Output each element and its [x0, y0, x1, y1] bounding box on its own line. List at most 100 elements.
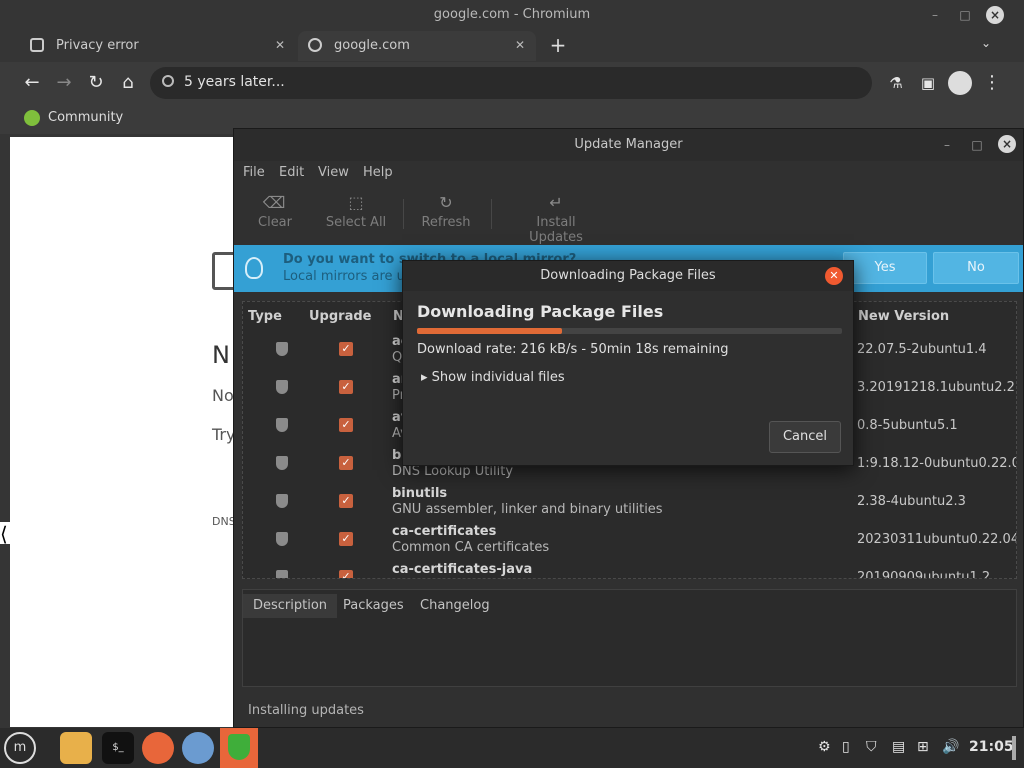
bookmark-community[interactable]: Community: [48, 110, 123, 125]
download-progress-bar: [417, 328, 842, 334]
minimize-button[interactable]: –: [938, 136, 956, 154]
maximize-button[interactable]: □: [956, 6, 974, 24]
tab-search-chevron-icon[interactable]: ⌄: [976, 36, 996, 56]
browser-toolbar: ← → ↻ ⌂ 5 years later... ⚗ ▣ ⋮: [0, 62, 1024, 104]
firefox-icon[interactable]: [142, 732, 174, 764]
install-updates-label: Install Updates: [529, 215, 583, 245]
reload-icon[interactable]: ↻: [84, 71, 108, 95]
package-name: ca-certificates: [392, 524, 497, 539]
home-icon[interactable]: ⌂: [116, 71, 140, 95]
menu-icon[interactable]: m: [4, 732, 36, 764]
tab-label: Privacy error: [56, 38, 139, 53]
close-button[interactable]: ×: [986, 6, 1004, 24]
volume-icon[interactable]: 🔊: [942, 739, 959, 755]
refresh-button[interactable]: ↻ Refresh: [420, 193, 472, 230]
package-version: 20230311ubuntu0.22.04.: [857, 532, 1017, 547]
package-name: binutils: [392, 486, 448, 501]
shield-icon: [276, 494, 288, 508]
taskbar: m $_ ⚙ ▯ ⛉ ▤ ⊞ 🔊 21:05: [0, 728, 1024, 768]
upgrade-checkbox[interactable]: ✓: [339, 532, 353, 546]
shield-icon: [276, 418, 288, 432]
upgrade-checkbox[interactable]: ✓: [339, 418, 353, 432]
shield-icon: [276, 342, 288, 356]
minimize-button[interactable]: –: [926, 6, 944, 24]
tab-privacy-error[interactable]: Privacy error ✕: [20, 31, 296, 61]
package-desc: DNS Lookup Utility: [392, 464, 514, 479]
table-row[interactable]: ✓ ca-certificates Common CA certificates…: [243, 522, 1016, 560]
table-row[interactable]: ✓ ca-certificates-java 20190909ubuntu1.2: [243, 560, 1016, 579]
clear-button[interactable]: ⌫ Clear: [258, 193, 292, 230]
close-icon[interactable]: ✕: [825, 267, 843, 285]
settings-icon[interactable]: ⚙: [818, 739, 831, 755]
package-desc: GNU assembler, linker and binary utiliti…: [392, 502, 663, 517]
upgrade-checkbox[interactable]: ✓: [339, 342, 353, 356]
more-menu-icon[interactable]: ⋮: [980, 71, 1004, 95]
menu-edit[interactable]: Edit: [279, 165, 304, 180]
toolbar-separator: [491, 199, 492, 229]
tab-changelog[interactable]: Changelog: [410, 594, 500, 618]
refresh-icon: ↻: [439, 193, 453, 212]
tab-packages[interactable]: Packages: [333, 594, 414, 618]
menu-view[interactable]: View: [318, 165, 349, 180]
show-files-expander[interactable]: ▸ Show individual files: [421, 370, 565, 385]
chromium-icon[interactable]: [182, 732, 214, 764]
select-all-button[interactable]: ⬚ Select All: [324, 193, 388, 230]
install-updates-button[interactable]: ↵ Install Updates: [508, 193, 604, 245]
cancel-button[interactable]: Cancel: [769, 421, 841, 453]
shield-icon: [276, 380, 288, 394]
new-tab-button[interactable]: +: [548, 33, 568, 57]
column-new-version[interactable]: New Version: [858, 309, 949, 324]
back-arrow-icon[interactable]: ←: [20, 71, 44, 95]
error-heading: N: [212, 341, 230, 369]
update-manager-icon[interactable]: [220, 728, 258, 768]
side-panel-icon[interactable]: ▣: [916, 71, 940, 95]
tab-description[interactable]: Description: [243, 594, 338, 618]
lightbulb-icon: [245, 257, 263, 279]
package-version: 2.38-4ubuntu2.3: [857, 494, 966, 509]
close-button[interactable]: ×: [998, 135, 1016, 153]
package-version: 3.20191218.1ubuntu2.2: [857, 380, 1015, 395]
terminal-icon[interactable]: $_: [102, 732, 134, 764]
no-button[interactable]: No: [933, 252, 1019, 284]
upgrade-checkbox[interactable]: ✓: [339, 456, 353, 470]
clock[interactable]: 21:05: [969, 739, 1014, 755]
maximize-button[interactable]: □: [968, 136, 986, 154]
refresh-label: Refresh: [421, 215, 471, 230]
tab-label: google.com: [334, 38, 410, 53]
forward-arrow-icon[interactable]: →: [52, 71, 76, 95]
column-type[interactable]: Type: [248, 309, 282, 324]
tab-google[interactable]: google.com ✕: [298, 31, 536, 61]
window-title: google.com - Chromium: [433, 7, 591, 22]
files-icon[interactable]: [60, 732, 92, 764]
cursor-icon: ⟨: [0, 522, 18, 546]
show-desktop-button[interactable]: [1012, 736, 1016, 760]
menu-file[interactable]: File: [243, 165, 265, 180]
dialog-title: Downloading Package Files: [403, 261, 853, 291]
table-row[interactable]: ✓ binutils GNU assembler, linker and bin…: [243, 484, 1016, 522]
upgrade-checkbox[interactable]: ✓: [339, 494, 353, 508]
package-version: 20190909ubuntu1.2: [857, 570, 991, 579]
lab-flask-icon[interactable]: ⚗: [884, 71, 908, 95]
address-bar[interactable]: 5 years later...: [150, 67, 872, 99]
package-version: 0.8-5ubuntu5.1: [857, 418, 958, 433]
network-icon[interactable]: ⊞: [917, 739, 929, 755]
profile-avatar-icon[interactable]: [948, 71, 972, 95]
mint-logo-icon: [24, 110, 40, 126]
shield-tray-icon[interactable]: ⛉: [866, 739, 877, 755]
tab-close-icon[interactable]: ✕: [272, 37, 288, 53]
dialog-heading: Downloading Package Files: [417, 302, 664, 321]
menu-help[interactable]: Help: [363, 165, 393, 180]
tab-close-icon[interactable]: ✕: [512, 37, 528, 53]
install-icon: ↵: [549, 193, 563, 212]
shield-icon: [276, 456, 288, 470]
package-desc: Common CA certificates: [392, 540, 550, 555]
expander-label: Show individual files: [431, 370, 565, 385]
upgrade-checkbox[interactable]: ✓: [339, 380, 353, 394]
notes-icon[interactable]: ▤: [892, 739, 905, 755]
backspace-icon: ⌫: [262, 193, 286, 212]
shield-icon: [228, 734, 250, 760]
yes-button[interactable]: Yes: [843, 252, 927, 284]
upgrade-checkbox[interactable]: ✓: [339, 570, 353, 578]
column-upgrade[interactable]: Upgrade: [309, 309, 371, 324]
clipboard-icon[interactable]: ▯: [842, 739, 850, 755]
